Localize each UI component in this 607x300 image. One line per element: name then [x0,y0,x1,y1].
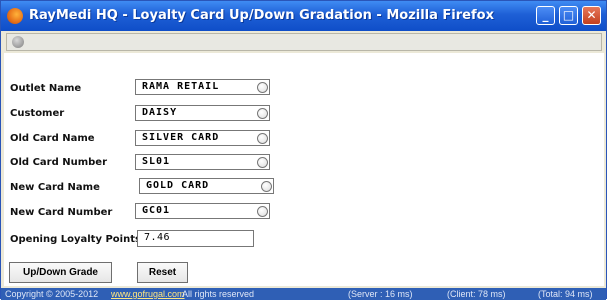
outlet-name-field[interactable]: RAMA RETAIL [135,79,270,95]
reset-button[interactable]: Reset [137,262,188,283]
window-title: RayMedi HQ - Loyalty Card Up/Down Gradat… [29,8,494,23]
new-card-name-label: New Card Name [10,182,100,193]
lookup-radio-icon[interactable] [261,181,272,192]
firefox-icon [7,8,23,24]
browser-window: RayMedi HQ - Loyalty Card Up/Down Gradat… [0,0,607,300]
opening-loyalty-points-label: Opening Loyalty Points [10,234,141,245]
outlet-name-value: RAMA RETAIL [142,81,220,92]
customer-field[interactable]: DAISY [135,105,270,121]
opening-loyalty-points-value: 7.46 [144,232,171,243]
new-card-number-label: New Card Number [10,207,113,218]
old-card-name-label: Old Card Name [10,133,95,144]
minimize-button[interactable]: _ [536,6,555,25]
new-card-name-field[interactable]: GOLD CARD [139,178,274,194]
old-card-number-field[interactable]: SL01 [135,154,270,170]
old-card-name-field[interactable]: SILVER CARD [135,130,270,146]
address-bar[interactable] [6,33,602,51]
copyright-text: Copyright © 2005-2012 [5,289,99,299]
outlet-name-label: Outlet Name [10,83,82,94]
new-card-number-value: GC01 [142,205,171,216]
client-time: (Client: 78 ms) [447,289,506,299]
close-button[interactable]: ✕ [582,6,601,25]
maximize-button[interactable]: □ [559,6,578,25]
lookup-radio-icon[interactable] [257,82,268,93]
new-card-name-value: GOLD CARD [146,180,210,191]
lookup-radio-icon[interactable] [257,133,268,144]
new-card-number-field[interactable]: GC01 [135,203,270,219]
old-card-number-label: Old Card Number [10,157,108,168]
globe-icon [12,36,24,48]
title-bar[interactable]: RayMedi HQ - Loyalty Card Up/Down Gradat… [1,1,606,31]
server-time: (Server : 16 ms) [348,289,413,299]
old-card-name-value: SILVER CARD [142,132,220,143]
opening-loyalty-points-field[interactable]: 7.46 [137,230,254,247]
status-bar: Copyright © 2005-2012 www.gofrugal.com A… [1,288,606,300]
lookup-radio-icon[interactable] [257,108,268,119]
total-time: (Total: 94 ms) [538,289,593,299]
lookup-radio-icon[interactable] [257,206,268,217]
rights-text: All rights reserved [182,289,255,299]
old-card-number-value: SL01 [142,156,171,167]
customer-label: Customer [10,108,65,119]
form-area: Outlet Name RAMA RETAIL Customer DAISY O… [4,53,604,286]
customer-value: DAISY [142,107,178,118]
lookup-radio-icon[interactable] [257,157,268,168]
up-down-grade-button[interactable]: Up/Down Grade [9,262,112,283]
gofrugal-link[interactable]: www.gofrugal.com [111,288,185,300]
